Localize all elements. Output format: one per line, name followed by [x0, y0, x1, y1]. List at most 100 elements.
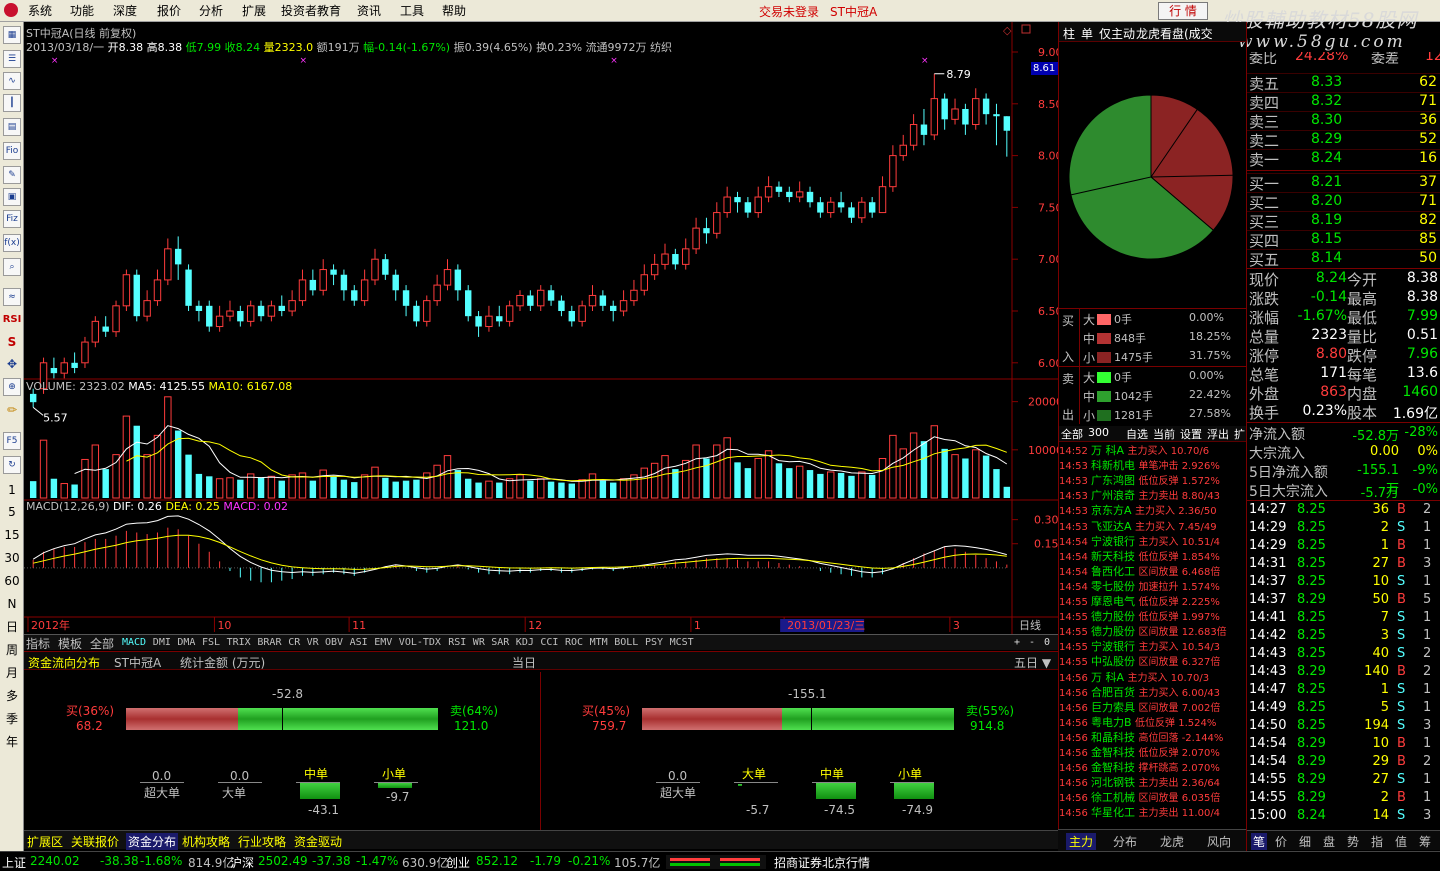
candle-body-6[interactable]: [91, 320, 100, 343]
radar-tab-2[interactable]: 自选: [1126, 426, 1148, 442]
volume-bar-43[interactable]: [475, 482, 482, 498]
dollar-button[interactable]: S: [2, 334, 22, 350]
radar-row[interactable]: 14:56 合肥百货 主力买入 6.00/43: [1059, 686, 1220, 701]
volume-bar-90[interactable]: [962, 458, 969, 498]
radar-row[interactable]: 14:54 宁波银行 主力买入 10.51/4: [1059, 535, 1220, 550]
candle-body-47[interactable]: [516, 294, 524, 307]
volume-bar-14[interactable]: [174, 430, 182, 498]
indicator-control-1[interactable]: -: [1029, 637, 1035, 648]
volume-bar-52[interactable]: [568, 483, 576, 498]
volume-bar-16[interactable]: [195, 473, 203, 498]
volume-bar-35[interactable]: [392, 481, 399, 498]
candle-body-24[interactable]: [278, 305, 285, 311]
candle-body-39[interactable]: [433, 284, 441, 302]
indicator-tab-10[interactable]: VR: [307, 637, 319, 648]
candle-body-54[interactable]: [588, 294, 597, 307]
flow-left-period[interactable]: 当日: [512, 654, 536, 671]
volume-bar-66[interactable]: [713, 444, 721, 499]
period-week[interactable]: 周: [2, 642, 22, 658]
volume-bar-36[interactable]: [402, 480, 410, 498]
volume-bar-49[interactable]: [537, 478, 545, 499]
candle-body-69[interactable]: [744, 202, 752, 213]
tab-institution-strategy[interactable]: 机构攻略: [182, 833, 230, 850]
candle-body-93[interactable]: [993, 114, 1000, 117]
volume-bar-59[interactable]: [640, 467, 649, 499]
volume-bar-85[interactable]: [909, 432, 918, 499]
candle-body-28[interactable]: [319, 269, 327, 291]
volume-bar-57[interactable]: [619, 478, 628, 499]
candle-body-31[interactable]: [351, 290, 358, 301]
candle-body-18[interactable]: [215, 315, 224, 328]
volume-bar-5[interactable]: [81, 458, 89, 499]
refresh-icon[interactable]: ↻: [3, 456, 21, 474]
candle-body-55[interactable]: [599, 295, 607, 306]
volume-bar-4[interactable]: [71, 484, 78, 498]
candle-body-29[interactable]: [330, 269, 337, 275]
indicator-tab-3[interactable]: MACD: [122, 637, 146, 648]
candle-body-13[interactable]: [164, 248, 172, 281]
list-view-icon[interactable]: ☰: [3, 50, 21, 68]
volume-bar-1[interactable]: [39, 439, 48, 499]
candle-body-71[interactable]: [764, 186, 773, 198]
candle-body-88[interactable]: [941, 98, 948, 120]
tab-money-driver[interactable]: 资金驱动: [294, 833, 342, 850]
quote-side-tab-6[interactable]: 值: [1395, 833, 1407, 850]
quote-side-tab-0[interactable]: 笔: [1251, 833, 1268, 850]
candle-body-75[interactable]: [806, 191, 814, 203]
volume-bar-45[interactable]: [496, 482, 503, 498]
volume-bar-92[interactable]: [982, 455, 990, 498]
fiz-button[interactable]: Fiz: [3, 210, 21, 228]
volume-bar-17[interactable]: [206, 476, 213, 498]
radar-tab-6[interactable]: 扩: [1234, 426, 1245, 442]
candle-body-82[interactable]: [878, 186, 887, 214]
menu-investor-education[interactable]: 投资者教育: [281, 3, 341, 19]
candle-body-72[interactable]: [775, 186, 783, 192]
candle-body-91[interactable]: [972, 98, 980, 126]
notes-icon[interactable]: ✎: [3, 166, 21, 184]
quote-side-tab-7[interactable]: 筹: [1419, 833, 1431, 850]
radar-row[interactable]: 14:56 和晶科技 高位回落 -2.144%: [1059, 731, 1223, 746]
radar-row[interactable]: 14:56 万 科A 主力买入 10.70/3: [1059, 671, 1209, 686]
volume-bar-64[interactable]: [692, 444, 700, 499]
candle-body-84[interactable]: [899, 144, 907, 157]
menu-quotes[interactable]: 报价: [157, 3, 181, 19]
period-year[interactable]: 年: [2, 734, 22, 750]
candle-body-94[interactable]: [1003, 116, 1011, 131]
indicator-tab-19[interactable]: CCI: [540, 637, 558, 648]
menu-function[interactable]: 功能: [70, 3, 94, 19]
volume-bar-50[interactable]: [547, 481, 555, 498]
volume-bar-82[interactable]: [878, 457, 887, 499]
radar-row[interactable]: 14:53 飞亚达A 主力买入 7.45/49: [1059, 520, 1217, 535]
period-n[interactable]: N: [2, 596, 22, 612]
volume-bar-78[interactable]: [837, 472, 845, 498]
move-icon[interactable]: ✥: [2, 356, 22, 372]
candle-body-57[interactable]: [619, 300, 628, 312]
indicator-tab-2[interactable]: 全部: [90, 635, 114, 652]
radar-bottom-tab-2[interactable]: 龙虎: [1160, 833, 1184, 850]
candle-body-16[interactable]: [195, 305, 203, 311]
candle-body-78[interactable]: [837, 202, 845, 208]
candle-body-38[interactable]: [423, 300, 431, 322]
volume-bar-34[interactable]: [382, 477, 389, 498]
menu-grid-icon[interactable]: ▦: [3, 26, 21, 44]
volume-bar-94[interactable]: [1003, 486, 1011, 498]
candle-body-37[interactable]: [413, 305, 420, 322]
indicator-tab-13[interactable]: EMV: [374, 637, 392, 648]
volume-bar-23[interactable]: [267, 475, 276, 499]
radar-tab-0[interactable]: 全部: [1061, 426, 1083, 442]
menu-tools[interactable]: 工具: [400, 3, 424, 19]
candle-body-25[interactable]: [288, 300, 296, 312]
menu-analysis[interactable]: 分析: [199, 3, 223, 19]
candle-body-11[interactable]: [143, 300, 151, 317]
radar-tab-5[interactable]: 浮出: [1207, 426, 1229, 442]
menu-extend[interactable]: 扩展: [242, 3, 266, 19]
candle-body-17[interactable]: [206, 305, 213, 327]
period-5min[interactable]: 5: [2, 504, 22, 520]
radar-row[interactable]: 14:55 宁波银行 主力买入 10.54/3: [1059, 640, 1220, 655]
indicator-tab-15[interactable]: RSI: [448, 637, 466, 648]
candle-body-65[interactable]: [703, 228, 710, 234]
quote-side-tab-1[interactable]: 价: [1275, 833, 1287, 850]
crosshair-icon[interactable]: ⊕: [3, 378, 21, 396]
candle-body-41[interactable]: [454, 269, 462, 291]
event-marker-2[interactable]: ×: [610, 56, 618, 66]
